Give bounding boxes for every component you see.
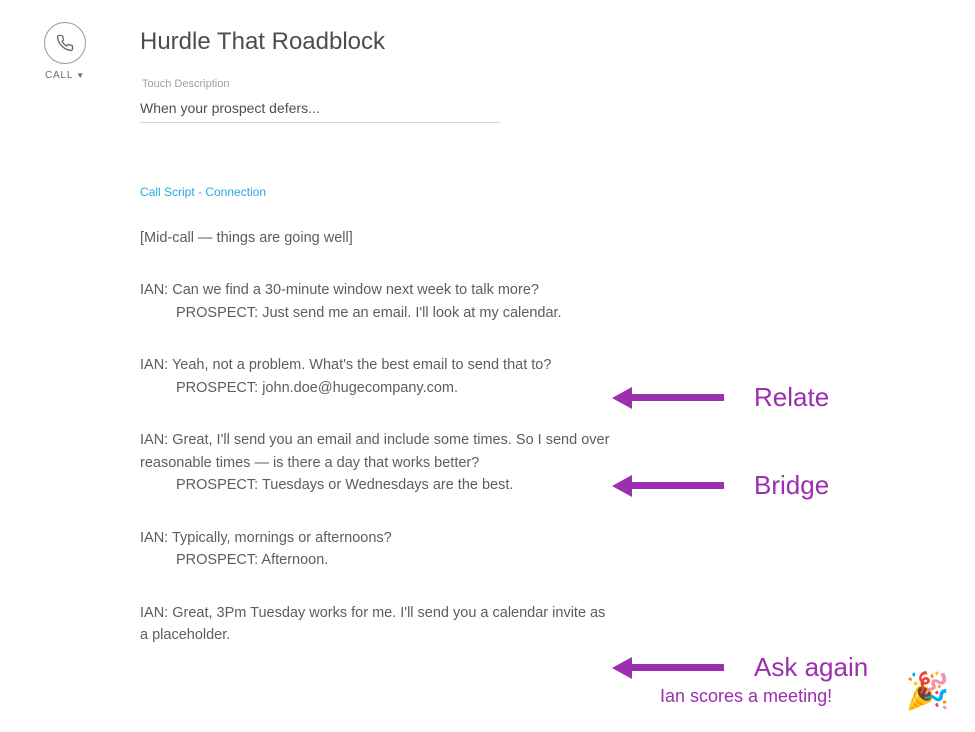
call-script-link[interactable]: Call Script - Connection (140, 185, 610, 199)
call-script-body: [Mid-call — things are going well] IAN: … (140, 227, 610, 647)
annotation-label: Bridge (754, 470, 829, 501)
page-title: Hurdle That Roadblock (140, 28, 610, 56)
annotation-bridge: Bridge (612, 470, 829, 501)
touch-description-label: Touch Description (142, 78, 610, 90)
script-line: PROSPECT: Just send me an email. I'll lo… (140, 302, 610, 324)
phone-icon (44, 22, 86, 64)
annotation-label: Ask again (754, 652, 868, 683)
main-content: Hurdle That Roadblock Touch Description … (140, 28, 610, 677)
script-intro: [Mid-call — things are going well] (140, 227, 610, 249)
script-line: IAN: Can we find a 30-minute window next… (140, 279, 610, 301)
arrow-shaft (632, 394, 724, 401)
arrow-left-icon (612, 387, 632, 409)
arrow-left-icon (612, 475, 632, 497)
annotation-label: Relate (754, 382, 829, 413)
party-popper-icon: 🎉 (905, 670, 950, 712)
call-label: CALL (45, 70, 73, 81)
arrow-left-icon (612, 657, 632, 679)
annotation-subnote: Ian scores a meeting! (660, 686, 832, 707)
arrow-shaft (632, 664, 724, 671)
chevron-down-icon: ▼ (76, 71, 85, 80)
script-line: PROSPECT: john.doe@hugecompany.com. (140, 377, 610, 399)
script-line: IAN: Great, 3Pm Tuesday works for me. I'… (140, 602, 610, 647)
script-line: PROSPECT: Afternoon. (140, 549, 610, 571)
annotation-relate: Relate (612, 382, 829, 413)
script-line: IAN: Typically, mornings or afternoons? (140, 527, 610, 549)
touch-description-input[interactable] (140, 100, 500, 123)
call-type-selector[interactable]: CALL ▼ (30, 22, 100, 81)
script-line: IAN: Great, I'll send you an email and i… (140, 429, 610, 474)
arrow-shaft (632, 482, 724, 489)
script-line: PROSPECT: Tuesdays or Wednesdays are the… (140, 474, 610, 496)
annotation-ask-again: Ask again (612, 652, 868, 683)
script-line: IAN: Yeah, not a problem. What's the bes… (140, 354, 610, 376)
